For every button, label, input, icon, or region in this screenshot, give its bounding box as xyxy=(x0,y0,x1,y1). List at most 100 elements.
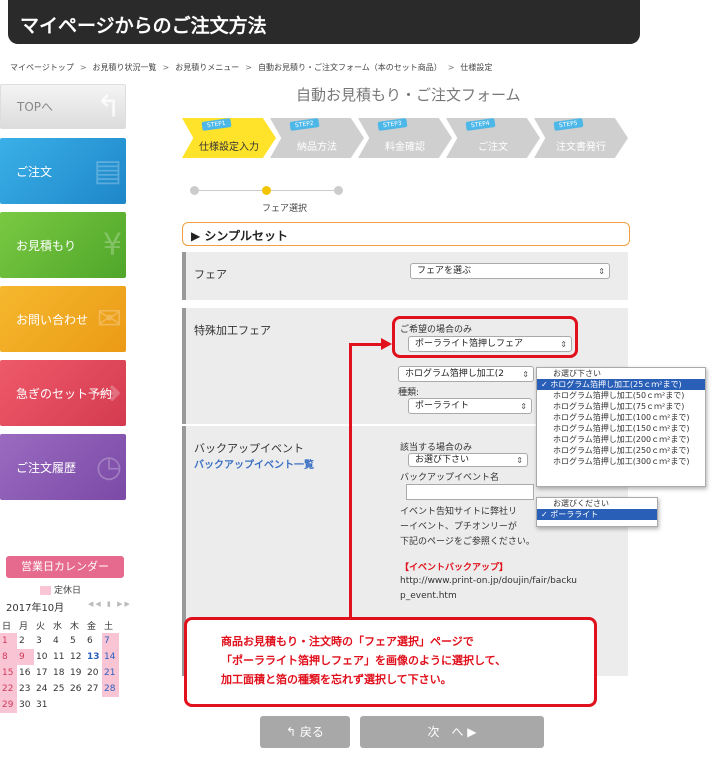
calendar-day xyxy=(51,697,68,713)
dropdown-option-selected[interactable]: ✓ ホログラム箔押し加工(25ｃｍ²まで) xyxy=(537,379,705,390)
kind-select-value: ポーラライト xyxy=(415,401,470,411)
sidebar-item-order[interactable]: ご注文 ▤ xyxy=(0,138,126,204)
weekday-header: 日 xyxy=(2,621,12,632)
step-progress: STEP1 仕様設定入力 STEP2 納品方法 STEP3 料金確認 STEP4 ご注文… xyxy=(182,118,630,158)
step-1: STEP1 仕様設定入力 xyxy=(182,118,276,158)
event-backup-url[interactable]: http://www.print-on.jp/doujin/fair/backu xyxy=(400,576,577,586)
dropdown-option[interactable]: ホログラム箔押し加工(200ｃｍ²まで) xyxy=(537,434,705,445)
dropdown-option[interactable]: ホログラム箔押し加工(300ｃｍ²まで) xyxy=(537,456,705,467)
breadcrumb-separator: > xyxy=(447,63,455,72)
calendar-day: 10 xyxy=(36,652,48,662)
section-title: シンプルセット xyxy=(204,229,289,243)
backup-event-name-input[interactable] xyxy=(406,484,534,500)
sidebar-item-rush-reservation[interactable]: 急ぎのセット予約 ➜ xyxy=(0,360,126,426)
step-tag: STEP1 xyxy=(201,118,232,131)
calendar-day: 17 xyxy=(36,668,48,678)
callout-line xyxy=(349,343,385,346)
backup-event-select-value: お選び下さい xyxy=(415,455,470,465)
current-month-icon[interactable]: ▮ xyxy=(107,600,113,608)
area-select[interactable]: ホログラム箔押し加工(2 ⇕ xyxy=(398,366,534,382)
sidebar-item-label: お見積もり xyxy=(16,238,77,253)
dropdown-option[interactable]: お選び下さい xyxy=(537,368,705,379)
step-label: 仕様設定入力 xyxy=(199,142,259,153)
page-title: マイページからのご注文方法 xyxy=(8,0,640,44)
fair-select[interactable]: フェアを選ぶ ⇕ xyxy=(410,263,610,279)
sidebar-item-label: ご注文 xyxy=(16,164,53,179)
return-arrow-icon: ↰ xyxy=(95,89,121,124)
check-icon: ✓ xyxy=(541,510,551,519)
event-info-text: イベント告知サイトに弊社リ xyxy=(400,507,518,517)
breadcrumb-item-mypage[interactable]: マイページトップ xyxy=(10,63,74,72)
yen-icon: ¥ xyxy=(102,227,122,263)
kind-select[interactable]: ポーラライト ⇕ xyxy=(408,398,532,414)
calendar-day xyxy=(85,697,102,713)
sidebar-item-top[interactable]: TOPへ ↰ xyxy=(0,84,126,129)
back-button-label: 戻る xyxy=(299,725,324,739)
backup-event-select[interactable]: お選び下さい ⇕ xyxy=(408,453,528,467)
triangle-right-icon: ▶ xyxy=(191,229,201,243)
next-button[interactable]: 次 へ ▶ xyxy=(360,716,544,748)
step-5: STEP5 注文書発行 xyxy=(534,118,628,158)
calendar-day: 23 xyxy=(19,684,31,694)
calendar-day: 29 xyxy=(0,697,17,713)
breadcrumb-item-auto-form[interactable]: 自動お見積り・ご注文フォーム（本のセット商品） xyxy=(258,63,442,72)
dropdown-option-selected[interactable]: ✓ ポーラライト xyxy=(537,509,657,520)
calendar-nav[interactable]: ◀◀ ▮ ▶▶ xyxy=(88,600,132,608)
backup-event-list-link[interactable]: バックアップイベント一覧 xyxy=(194,456,314,471)
select-arrow-icon: ⇕ xyxy=(522,370,529,379)
clock-icon: ◷ xyxy=(95,449,122,485)
step-tag: STEP4 xyxy=(465,118,496,131)
breadcrumb-item-estimate-menu[interactable]: お見積りメニュー xyxy=(175,63,239,72)
dropdown-option[interactable]: ホログラム箔押し加工(150ｃｍ²まで) xyxy=(537,423,705,434)
step-label: 注文書発行 xyxy=(556,142,606,153)
area-dropdown-list[interactable]: お選び下さい ✓ ホログラム箔押し加工(25ｃｍ²まで) ホログラム箔押し加工(… xyxy=(536,367,706,487)
next-month-icon[interactable]: ▶▶ xyxy=(117,600,132,608)
dropdown-option-label: ホログラム箔押し加工(25ｃｍ²まで) xyxy=(550,380,682,389)
dropdown-option[interactable]: ホログラム箔押し加工(50ｃｍ²まで) xyxy=(537,390,705,401)
step-tag: STEP3 xyxy=(377,118,408,131)
calendar-day: 15 xyxy=(0,665,17,681)
select-arrow-icon: ⇕ xyxy=(598,267,605,276)
form-row-fair: フェア フェアを選ぶ ⇕ xyxy=(182,252,628,300)
back-button[interactable]: ↰ 戻る xyxy=(260,716,350,748)
step-2: STEP2 納品方法 xyxy=(270,118,364,158)
sidebar-item-estimate[interactable]: お見積もり ¥ xyxy=(0,212,126,278)
step-3: STEP3 料金確認 xyxy=(358,118,452,158)
sidebar-item-order-history[interactable]: ご注文履歴 ◷ xyxy=(0,434,126,500)
calendar-legend: 定休日 xyxy=(40,583,81,596)
calendar-day: 4 xyxy=(53,636,59,646)
prev-month-icon[interactable]: ◀◀ xyxy=(88,600,103,608)
arrow-right-icon xyxy=(381,338,392,350)
substep-dot xyxy=(334,186,343,195)
step-tag: STEP2 xyxy=(289,118,320,131)
dropdown-option[interactable]: ホログラム箔押し加工(100ｃｍ²まで) xyxy=(537,412,705,423)
substep-progress xyxy=(186,184,346,198)
weekday-header: 水 xyxy=(53,621,63,632)
calendar-day-today: 13 xyxy=(87,652,100,662)
breadcrumb-separator: > xyxy=(79,63,87,72)
step-tag: STEP5 xyxy=(553,118,584,131)
calendar-day: 6 xyxy=(87,636,93,646)
dropdown-option[interactable]: お選びください xyxy=(537,498,657,509)
document-icon: ▤ xyxy=(93,153,122,189)
sidebar-item-label: ご注文履歴 xyxy=(16,460,77,475)
calendar-day xyxy=(102,697,119,713)
kind-dropdown-list[interactable]: お選びください ✓ ポーラライト xyxy=(536,497,658,527)
calendar-month: 2017年10月 xyxy=(6,603,65,614)
sidebar-item-label: お問い合わせ xyxy=(16,312,89,327)
substep-label: フェア選択 xyxy=(262,204,308,214)
dropdown-option[interactable]: ホログラム箔押し加工(250ｃｍ²まで) xyxy=(537,445,705,456)
dropdown-option[interactable]: ホログラム箔押し加工(75ｃｍ²まで) xyxy=(537,401,705,412)
event-info-text: ーイベント、プチオンリーが xyxy=(400,522,517,532)
breadcrumb-separator: > xyxy=(245,63,252,72)
substep-dot xyxy=(190,186,199,195)
check-icon: ✓ xyxy=(541,380,551,389)
calendar-day xyxy=(68,697,85,713)
event-backup-url[interactable]: p_event.htm xyxy=(400,591,457,601)
breadcrumb-item-estimates[interactable]: お見積り状況一覧 xyxy=(93,63,157,72)
next-button-label: 次 へ xyxy=(427,725,464,739)
calendar-day: 16 xyxy=(19,668,31,678)
calendar-day: 1 xyxy=(0,633,17,649)
calendar-day: 2 xyxy=(19,636,25,646)
sidebar-item-contact[interactable]: お問い合わせ ✉ xyxy=(0,286,126,352)
